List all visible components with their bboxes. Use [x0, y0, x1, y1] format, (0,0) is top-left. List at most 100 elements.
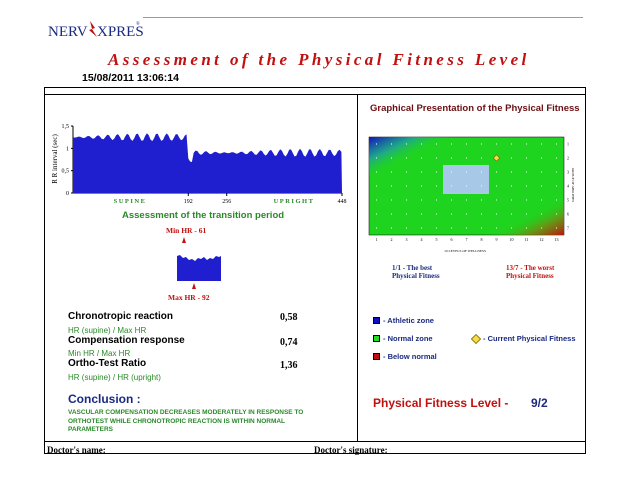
max-hr-marker-icon: [192, 283, 196, 289]
transition-title: Assessment of the transition period: [122, 210, 285, 221]
fitness-grid-dot: [525, 157, 528, 159]
fitness-y-tick-label: 1: [567, 142, 569, 147]
fitness-x-tick-label: 3: [406, 237, 408, 242]
fitness-level-label: Physical Fitness Level -: [373, 396, 509, 410]
fitness-grid-dot: [390, 143, 393, 145]
fitness-panel-title: Graphical Presentation of the Physical F…: [370, 103, 580, 114]
fitness-x-tick-label: 12: [540, 237, 544, 242]
fitness-grid-dot: [555, 185, 558, 187]
fitness-grid-dot: [450, 157, 453, 159]
logo-lightning-icon: [89, 21, 97, 37]
fitness-grid-dot: [480, 157, 483, 159]
fitness-grid-dot: [390, 185, 393, 187]
fitness-grid-dot: [555, 143, 558, 145]
fitness-grid-dot: [450, 171, 453, 173]
fitness-grid-dot: [390, 199, 393, 201]
fitness-grid-dot: [420, 143, 423, 145]
fitness-x-tick-label: 8: [481, 237, 483, 242]
fitness-x-tick-label: 4: [421, 237, 423, 242]
fitness-grid-dot: [480, 227, 483, 229]
fitness-grid-dot: [420, 213, 423, 215]
fitness-x-tick-label: 9: [496, 237, 498, 242]
logo-text-left: NERV: [48, 24, 88, 40]
column-divider: [357, 95, 358, 442]
page-title: Assessment of the Physical Fitness Level: [108, 50, 530, 69]
fitness-x-tick-label: 1: [376, 237, 378, 242]
fitness-grid-dot: [525, 213, 528, 215]
fitness-x-tick-label: 13: [555, 237, 559, 242]
fitness-grid-dot: [390, 227, 393, 229]
report-datetime: 15/08/2011 13:06:14: [82, 72, 179, 84]
fitness-x-tick-label: 2: [391, 237, 393, 242]
max-hr-label: Max HR - 92: [168, 293, 210, 302]
fitness-grid-dot: [450, 185, 453, 187]
logo-registered-mark: ®: [136, 21, 140, 27]
fitness-y-axis-label: GROUP OF ABILITIES: [571, 168, 575, 203]
fitness-x-tick-label: 7: [466, 237, 468, 242]
legend-normal-swatch: [373, 335, 380, 342]
fitness-grid-dot: [495, 213, 498, 215]
fitness-grid-dot: [510, 213, 513, 215]
fitness-level-value: 9/2: [531, 396, 548, 410]
fitness-grid-dot: [375, 157, 378, 159]
fitness-grid-dot: [480, 171, 483, 173]
metric-value-ortho: 1,36: [280, 360, 298, 371]
fitness-grid-dot: [450, 213, 453, 215]
phase-label-upright: UPRIGHT: [274, 198, 315, 205]
fitness-grid-dot: [375, 199, 378, 201]
fitness-grid-dot: [525, 227, 528, 229]
fitness-grid-dot: [435, 199, 438, 201]
fitness-grid-dot: [405, 171, 408, 173]
fitness-grid-dot: [540, 171, 543, 173]
fitness-grid-dot: [555, 213, 558, 215]
conclusion-title: Conclusion :: [68, 392, 141, 406]
fitness-x-tick-label: 6: [451, 237, 453, 242]
footer-rule: [44, 441, 586, 442]
fitness-grid-dot: [495, 185, 498, 187]
fitness-grid-dot: [495, 199, 498, 201]
fitness-grid-dot: [375, 213, 378, 215]
fitness-x-axis-label: 10 LEVELS OF WELLNESS: [444, 249, 486, 253]
fitness-grid-dot: [435, 143, 438, 145]
legend-current-label: - Current Physical Fitness: [483, 334, 576, 343]
rr-x-tick-label: 192: [184, 199, 193, 205]
fitness-grid-dot: [435, 171, 438, 173]
fitness-y-tick-label: 2: [567, 156, 569, 161]
fitness-grid-dot: [405, 157, 408, 159]
fitness-grid-dot: [540, 227, 543, 229]
best-fitness-note: 1/1 - The best Physical Fitness: [392, 264, 440, 280]
transition-series-area: [177, 255, 221, 281]
fitness-y-tick-label: 6: [567, 212, 569, 217]
fitness-grid-dot: [510, 171, 513, 173]
legend-normal-label: - Normal zone: [383, 334, 433, 343]
fitness-grid-dot: [450, 199, 453, 201]
fitness-grid-dot: [525, 185, 528, 187]
worst-fitness-line2: Physical Fitness: [506, 272, 554, 280]
target-zone-area: [443, 165, 489, 194]
rr-x-ticks: 192 256 448: [184, 193, 347, 205]
fitness-y-tick-label: 4: [567, 184, 569, 189]
fitness-grid-dot: [450, 227, 453, 229]
fitness-grid-dot: [510, 227, 513, 229]
fitness-grid-dot: [435, 185, 438, 187]
rr-y-tick-label: 0,5: [62, 169, 70, 175]
frame-inner-top-rule: [44, 94, 586, 95]
fitness-grid-dot: [420, 171, 423, 173]
fitness-grid-dot: [405, 227, 408, 229]
rr-ylabel: R R interval (sec): [51, 134, 59, 184]
metric-label-compensation: Compensation response: [68, 335, 185, 346]
min-hr-label: Min HR - 61: [166, 226, 207, 235]
fitness-y-tick-label: 7: [567, 226, 569, 231]
best-fitness-line2: Physical Fitness: [392, 272, 440, 280]
rr-y-tick-label: 1,5: [62, 124, 70, 130]
fitness-grid-dot: [465, 185, 468, 187]
fitness-grid-dot: [420, 157, 423, 159]
fitness-grid-dot: [390, 213, 393, 215]
fitness-grid-dot: [555, 199, 558, 201]
fitness-grid-dot: [495, 143, 498, 145]
fitness-grid-dot: [465, 227, 468, 229]
fitness-grid-dot: [405, 213, 408, 215]
fitness-grid-dot: [420, 199, 423, 201]
worst-fitness-line1: 13/7 - The worst: [506, 264, 555, 272]
fitness-grid-dot: [465, 143, 468, 145]
